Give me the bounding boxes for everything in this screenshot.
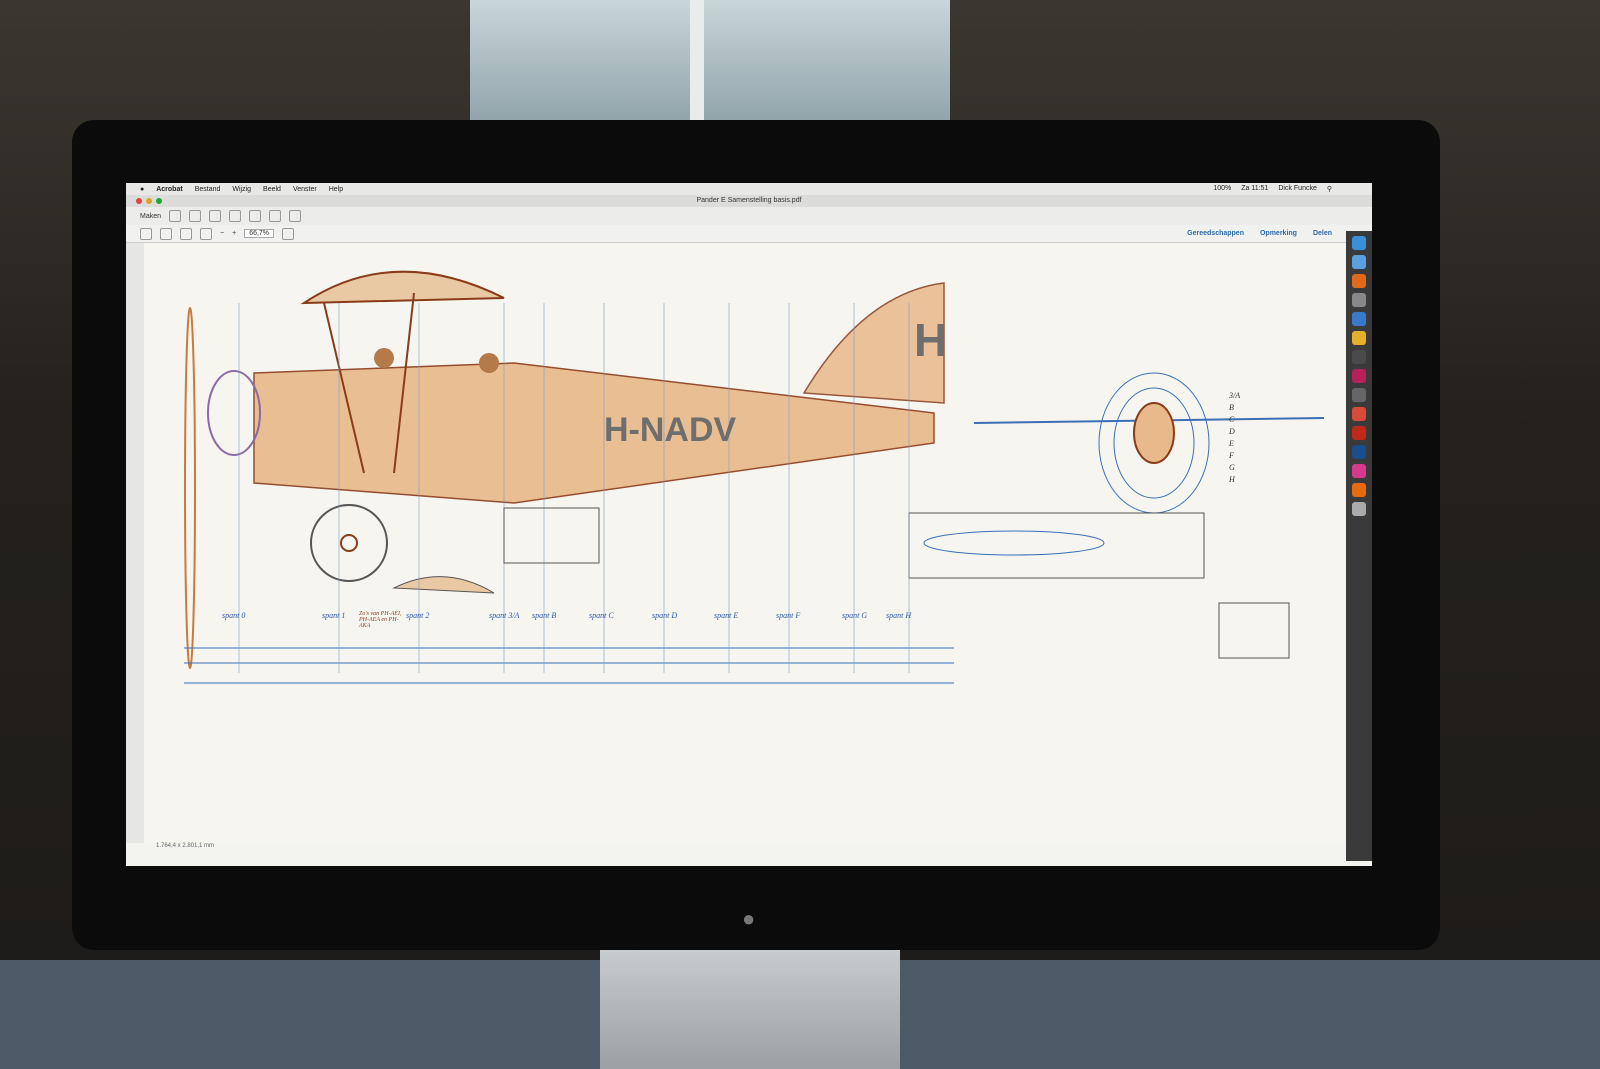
pilot-rear-head: [479, 353, 499, 373]
dock-photos-icon[interactable]: [1352, 293, 1366, 307]
menu-item-beeld[interactable]: Beeld: [263, 186, 281, 193]
tools-tab[interactable]: Gereedschappen: [1187, 230, 1244, 237]
menu-item-acrobat[interactable]: Acrobat: [156, 186, 182, 193]
dock-trash-icon[interactable]: [1352, 502, 1366, 516]
dock-itunes-icon[interactable]: [1352, 464, 1366, 478]
section-letter: 3/A: [1229, 391, 1241, 400]
dock-chrome-icon[interactable]: [1352, 331, 1366, 345]
comment-icon[interactable]: [269, 210, 282, 222]
menu-item-venster[interactable]: Venster: [293, 186, 317, 193]
select-tool-icon[interactable]: [180, 227, 192, 240]
close-window-button[interactable]: [136, 198, 142, 204]
next-page-icon[interactable]: [160, 227, 172, 240]
registration-tail: H: [914, 314, 948, 366]
engine: [207, 370, 261, 456]
aircraft-drawing: [184, 270, 1325, 684]
spant-label: spant 2: [406, 611, 430, 620]
zoom-window-button[interactable]: [156, 198, 162, 204]
settings-icon[interactable]: [249, 210, 262, 222]
lower-wing-profile: [392, 576, 495, 594]
propeller-disc: [184, 307, 196, 669]
spant-label: spant 0: [222, 611, 246, 620]
pilot-front-head: [374, 348, 394, 368]
dock-finder-icon[interactable]: [1352, 236, 1366, 250]
user-name[interactable]: Dick Funcke: [1278, 185, 1317, 193]
comment-tab[interactable]: Opmerking: [1260, 230, 1297, 237]
section-letter: G: [1229, 463, 1235, 472]
open-icon[interactable]: [169, 210, 182, 222]
wing-section-box: [908, 512, 1205, 579]
spant-label: spant 3/A: [489, 611, 520, 620]
dock-help-icon[interactable]: [1352, 388, 1366, 402]
spant-label: spant F: [776, 611, 801, 620]
email-icon[interactable]: [229, 210, 242, 222]
section-letter: D: [1229, 427, 1235, 436]
dock-indesign-icon[interactable]: [1352, 369, 1366, 383]
zoom-in-button[interactable]: +: [232, 230, 236, 237]
dock-acrobat-icon[interactable]: [1352, 426, 1366, 440]
menu-item-bestand[interactable]: Bestand: [195, 186, 221, 193]
section-letter: E: [1229, 439, 1234, 448]
dock-mail-icon[interactable]: [1352, 312, 1366, 326]
clock[interactable]: Za 11:51: [1241, 185, 1268, 193]
spant-label: spant B: [532, 611, 557, 620]
previous-page-icon[interactable]: [140, 227, 152, 240]
save-icon[interactable]: [189, 210, 202, 222]
battery-status[interactable]: 100%: [1213, 185, 1231, 193]
dock-illustrator-icon[interactable]: [1352, 274, 1366, 288]
dock-vlc-icon[interactable]: [1352, 483, 1366, 497]
dock-app-icon[interactable]: [1352, 350, 1366, 364]
share-tab[interactable]: Delen: [1313, 230, 1332, 237]
spotlight-icon[interactable]: ⚲: [1327, 185, 1332, 193]
spant-label: spant H: [886, 611, 912, 620]
print-icon[interactable]: [209, 210, 222, 222]
front-view-inner: [1133, 402, 1175, 464]
minimize-window-button[interactable]: [146, 198, 152, 204]
section-letter: F: [1229, 451, 1234, 460]
hand-tool-icon[interactable]: [200, 227, 212, 240]
menu-item-help[interactable]: Help: [329, 186, 343, 193]
wing-section-profile: [923, 530, 1105, 556]
spant-label: spant E: [714, 611, 739, 620]
window-frame: [690, 0, 704, 125]
upper-wing: [300, 270, 505, 305]
section-letter: B: [1229, 403, 1234, 412]
detail-box-small-right: [1218, 602, 1290, 659]
apple-logo-icon: ●: [742, 906, 756, 931]
main-wheel: [310, 504, 388, 582]
dock-safari-icon[interactable]: [1352, 255, 1366, 269]
zoom-input[interactable]: 66,7%: [244, 229, 275, 238]
secondary-toolbar: − + 66,7% Gereedschappen Opmerking Delen: [126, 225, 1372, 243]
monitor-stand: [600, 945, 900, 1069]
window-background: [470, 0, 950, 125]
highlight-icon[interactable]: [289, 210, 302, 222]
window-titlebar: Pander E Samenstelling basis.pdf: [126, 195, 1372, 207]
menu-bar: ● Acrobat Bestand Wijzig Beeld Venster H…: [126, 183, 1372, 195]
main-wheel-hub: [340, 534, 358, 552]
spant-label: spant 1: [322, 611, 346, 620]
create-button[interactable]: Maken: [140, 213, 161, 220]
spant-label: spant D: [652, 611, 678, 620]
status-bar: 1.764,4 x 2.801,1 mm: [126, 843, 1372, 855]
dock: [1346, 231, 1372, 861]
menu-item-wijzig[interactable]: Wijzig: [232, 186, 251, 193]
left-navigation-panel[interactable]: [126, 243, 145, 843]
screen: ● Acrobat Bestand Wijzig Beeld Venster H…: [126, 183, 1372, 866]
fit-page-icon[interactable]: [282, 227, 295, 240]
dock-calendar-icon[interactable]: [1352, 407, 1366, 421]
primary-toolbar: Maken: [126, 207, 1372, 225]
apple-menu-icon[interactable]: ●: [140, 186, 144, 193]
dock-photoshop-icon[interactable]: [1352, 445, 1366, 459]
page-size-readout: 1.764,4 x 2.801,1 mm: [156, 843, 215, 849]
window-title: Pander E Samenstelling basis.pdf: [696, 197, 802, 204]
section-letter: C: [1229, 415, 1235, 424]
spant-label: spant G: [842, 611, 868, 620]
zoom-out-button[interactable]: −: [220, 230, 224, 237]
registration-main: H-NADV: [604, 411, 737, 449]
section-letter: H: [1229, 475, 1235, 484]
detail-box-fitting: [503, 507, 600, 564]
drawing-note: Zo's van PH-AEI, PH-AEA en PH-AKA: [359, 611, 402, 629]
spant-label: spant C: [589, 611, 614, 620]
pdf-document[interactable]: H-NADV H 3/A B C D E F G H spant 0 spant…: [144, 243, 1346, 843]
